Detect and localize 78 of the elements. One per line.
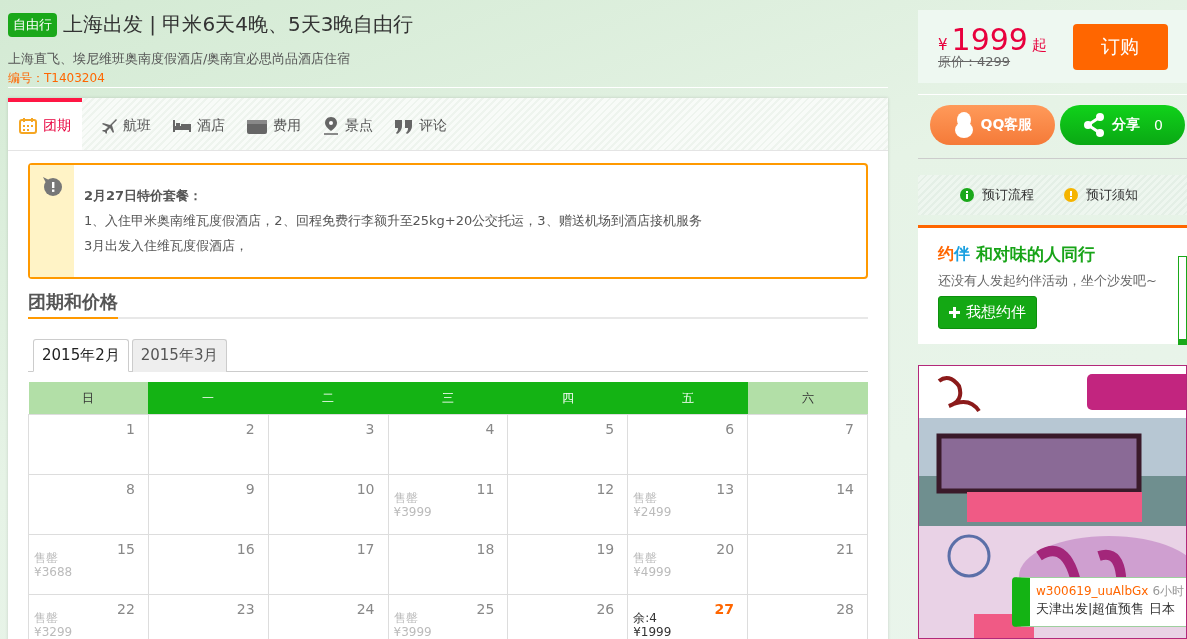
day-number: 11: [475, 481, 496, 497]
day-number: 12: [595, 481, 616, 497]
day-number: 19: [595, 541, 616, 557]
day-number: 16: [235, 541, 256, 557]
day-price: ¥3299: [34, 625, 74, 639]
day-number: 26: [595, 601, 616, 617]
day-price: ¥2499: [633, 505, 673, 519]
weekday-header: 二: [268, 382, 389, 415]
day-number: 5: [604, 421, 616, 437]
ad-banner[interactable]: w300619_uuAlbGx 6小时 天津出发|超值预售 日本: [918, 364, 1187, 639]
price-suffix: 起: [1031, 36, 1047, 56]
day-number: 8: [124, 481, 136, 497]
weekday-header: 三: [388, 382, 508, 415]
day-number: 14: [835, 481, 855, 497]
day-number: 13: [715, 481, 736, 497]
notification-popup[interactable]: w300619_uuAlbGx 6小时 天津出发|超值预售 日本: [1012, 576, 1186, 627]
product-code: 编号：T1403204: [8, 70, 106, 87]
day-number: 18: [475, 541, 496, 557]
category-badge: 自由行: [8, 12, 57, 37]
availability-note: 余:4: [633, 611, 658, 625]
section-tab[interactable]: 评论: [384, 98, 458, 150]
availability-note: 售罄: [633, 551, 659, 565]
month-tab[interactable]: 2015年2月: [33, 339, 129, 372]
section-tab[interactable]: 景点: [312, 98, 384, 150]
notice-title: 2月27日特价套餐：: [84, 187, 204, 205]
popup-text: 天津出发|超值预售 日本: [1036, 599, 1176, 618]
availability-note: 售罄: [393, 611, 419, 625]
day-number: 1: [124, 421, 136, 437]
section-tab[interactable]: 航班: [90, 98, 162, 150]
page-title: 上海出发 | 甲米6天4晚、5天3晚自由行: [63, 11, 414, 38]
section-tab[interactable]: 费用: [236, 98, 312, 150]
notice-line: 1、入住甲米奥南维瓦度假酒店，2、回程免费行李额升至25kg+20公交托运，3、赠送机场到酒店接机服务: [84, 212, 702, 230]
availability-note: 售罄: [34, 611, 59, 625]
day-number: 4: [484, 421, 496, 437]
day-number: 6: [724, 421, 736, 437]
weekday-header: 四: [507, 382, 628, 415]
day-number: 15: [116, 541, 136, 557]
companion-text: 还没有人发起约伴活动，坐个沙发吧~: [938, 271, 1158, 290]
section-tab[interactable]: 团期: [8, 98, 82, 150]
weekday-header: 六: [747, 382, 868, 415]
companion-logo: 约伴: [938, 243, 970, 265]
day-number: 7: [844, 421, 855, 437]
day-number: 17: [355, 541, 376, 557]
popup-time: 6小时: [1152, 583, 1185, 598]
availability-note: 售罄: [393, 491, 419, 505]
weekday-header: 日: [28, 382, 149, 415]
day-number: 20: [715, 541, 736, 557]
availability-note: 售罄: [633, 491, 659, 505]
month-tab[interactable]: 2015年3月: [131, 339, 228, 372]
day-number: 9: [244, 481, 256, 497]
weekday-header: 五: [627, 382, 748, 415]
availability-note: 售罄: [34, 551, 59, 565]
day-number: 22: [116, 601, 136, 617]
weekday-header: 一: [148, 382, 269, 415]
section-tab[interactable]: 酒店: [162, 98, 236, 150]
day-price: ¥1999: [633, 625, 673, 639]
day-number: 2: [244, 421, 256, 437]
currency-sign: ¥: [938, 36, 948, 55]
info-link[interactable]: 预订流程: [960, 186, 1034, 205]
day-number: 10: [355, 481, 376, 497]
day-number: 3: [364, 421, 376, 437]
info-link[interactable]: 预订须知: [1064, 186, 1138, 205]
section-title: 团期和价格: [28, 290, 118, 319]
day-number: 23: [235, 601, 256, 617]
day-price: ¥3999: [393, 505, 433, 519]
popup-user: w300619_uuAlbGx: [1036, 583, 1149, 598]
original-price: 原价：4299: [938, 53, 1012, 72]
day-number: 21: [835, 541, 855, 557]
day-price: ¥3688: [34, 565, 74, 579]
day-number: 27: [713, 601, 736, 617]
day-price: ¥4999: [633, 565, 673, 579]
subtitle: 上海直飞、埃尼维班奥南度假酒店/奥南宜必思尚品酒店住宿: [8, 50, 352, 68]
notice-line: 3月出发入住维瓦度假酒店，: [84, 237, 250, 255]
day-number: 28: [835, 601, 855, 617]
day-number: 24: [355, 601, 376, 617]
companion-title: 和对味的人同行: [976, 242, 1095, 266]
day-number: 25: [475, 601, 496, 617]
day-price: ¥3999: [393, 625, 433, 639]
